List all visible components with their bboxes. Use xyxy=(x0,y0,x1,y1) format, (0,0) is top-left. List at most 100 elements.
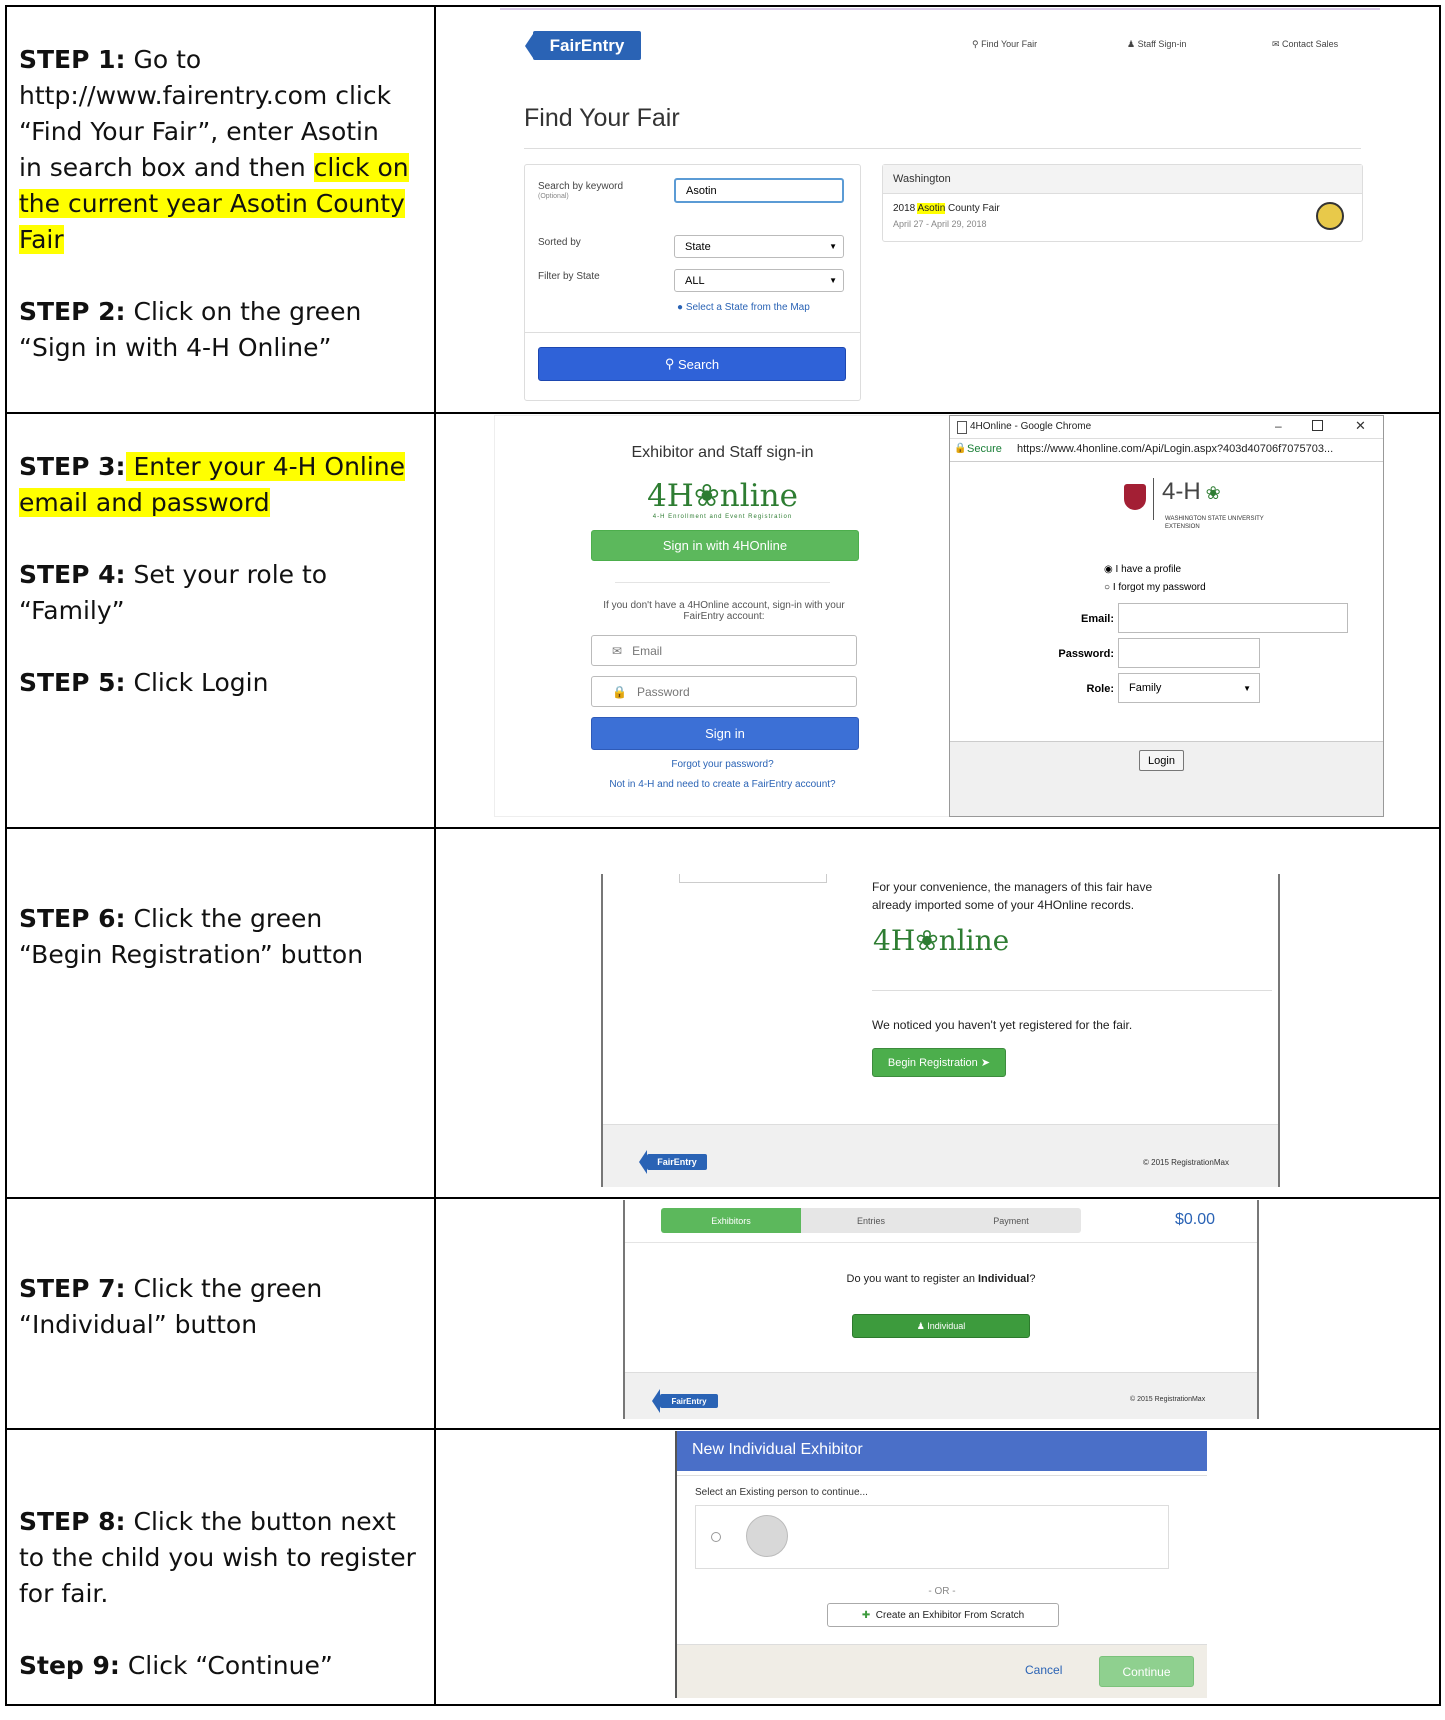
login-button[interactable]: Login xyxy=(1139,750,1184,771)
step-label: Step 9: xyxy=(19,1651,120,1680)
4honline-logo-text: 4H❀nline xyxy=(873,924,1010,957)
nav-staff-signin[interactable]: ♟ Staff Sign-in xyxy=(1127,39,1186,50)
email-input[interactable] xyxy=(1118,603,1348,633)
step-label: STEP 2: xyxy=(19,297,126,326)
cancel-button[interactable]: Cancel xyxy=(1025,1663,1062,1677)
fairentry-logo[interactable]: FairEntry xyxy=(647,1154,707,1170)
sorted-select[interactable]: State ▼ xyxy=(674,235,844,258)
title-divider xyxy=(524,148,1361,149)
wizard-step-exhibitors: Exhibitors xyxy=(661,1208,801,1233)
wsu-text: WASHINGTON STATE UNIVERSITY xyxy=(1165,516,1264,522)
minimize-icon[interactable]: – xyxy=(1275,419,1282,433)
caret-down-icon: ▼ xyxy=(1243,683,1251,693)
not-registered-text: We noticed you haven't yet registered fo… xyxy=(872,1018,1133,1032)
wsu-shield-icon xyxy=(1124,484,1146,510)
radio-empty-icon: ○ xyxy=(1104,582,1113,593)
password-input[interactable] xyxy=(1118,638,1260,668)
radio-have-profile[interactable]: ◉ I have a profile xyxy=(1104,564,1181,575)
lock-icon: 🔒 xyxy=(954,443,967,454)
result-year: 2018 xyxy=(893,203,918,214)
step-label: STEP 1: xyxy=(19,45,126,74)
result-item[interactable]: 2018 Asotin County Fair xyxy=(893,203,1000,214)
begin-registration-button[interactable]: Begin Registration ➤ xyxy=(872,1048,1006,1077)
copyright: © 2015 RegistrationMax xyxy=(1130,1396,1206,1403)
clover-icon: ❀ xyxy=(1200,483,1221,503)
radio-forgot-password[interactable]: ○ I forgot my password xyxy=(1104,582,1206,593)
email-field[interactable]: ✉ Email xyxy=(591,635,857,666)
radio-label: I have a profile xyxy=(1115,564,1182,575)
step-label: STEP 8: xyxy=(19,1507,126,1536)
header-divider xyxy=(625,1242,1257,1243)
fairentry-logo[interactable]: FairEntry xyxy=(533,31,641,60)
filter-select[interactable]: ALL ▼ xyxy=(674,269,844,292)
map-link[interactable]: ● Select a State from the Map xyxy=(677,302,810,313)
table-border-right xyxy=(1439,5,1441,1706)
step-label: Entries xyxy=(856,1215,885,1226)
screenshot-individual: Exhibitors Entries Payment $0.00 Do you … xyxy=(623,1200,1259,1419)
arrow-circle-right-icon: ➤ xyxy=(977,1057,991,1069)
fairentry-logo[interactable]: FairEntry xyxy=(660,1394,718,1408)
step-label: STEP 7: xyxy=(19,1274,126,1303)
extension-text: EXTENSION xyxy=(1165,524,1200,530)
total-amount: $0.00 xyxy=(1175,1211,1216,1228)
person-card[interactable] xyxy=(695,1505,1169,1569)
step-label: STEP 6: xyxy=(19,904,126,933)
nav-find-your-fair[interactable]: ⚲ Find Your Fair xyxy=(972,39,1037,50)
radio-empty-icon[interactable] xyxy=(711,1532,721,1542)
close-icon[interactable]: ✕ xyxy=(1355,418,1366,434)
screenshot-new-exhibitor: New Individual Exhibitor Select an Exist… xyxy=(675,1431,1207,1698)
modal-title: New Individual Exhibitor xyxy=(692,1441,863,1458)
question-end: ? xyxy=(1029,1273,1036,1285)
panel-divider xyxy=(525,332,860,333)
step-2: STEP 2: Click on the green “Sign in with… xyxy=(19,294,409,366)
sorted-label: Sorted by xyxy=(538,237,581,248)
window-title: 4HOnline - Google Chrome xyxy=(970,421,1092,432)
forgot-password-link[interactable]: Forgot your password? xyxy=(495,759,950,770)
button-label: Individual xyxy=(927,1321,966,1331)
create-account-link[interactable]: Not in 4-H and need to create a FairEntr… xyxy=(495,779,950,790)
result-highlight: Asotin xyxy=(917,203,946,214)
keyword-input[interactable]: Asotin xyxy=(674,178,844,203)
maximize-icon[interactable] xyxy=(1312,420,1323,431)
envelope-icon: ✉ xyxy=(612,643,633,658)
search-optional: (Optional) xyxy=(538,193,569,200)
sign-in-4honline-button[interactable]: Sign in with 4HOnline xyxy=(591,530,859,561)
lock-icon: 🔒 xyxy=(612,684,637,699)
role-select[interactable]: Family ▼ xyxy=(1118,673,1260,703)
select-value: ALL xyxy=(685,274,705,287)
record-box-edge xyxy=(679,874,827,883)
step-9: Step 9: Click “Continue” xyxy=(19,1648,419,1684)
nav-contact-sales[interactable]: ✉ Contact Sales xyxy=(1272,39,1338,50)
result-dates: April 27 - April 29, 2018 xyxy=(893,219,987,229)
step-4: STEP 4: Set your role to “Family” xyxy=(19,557,414,629)
individual-button[interactable]: ♟ Individual xyxy=(852,1314,1030,1338)
row4-steps: STEP 7: Click the green “Individual” but… xyxy=(19,1271,359,1379)
search-button[interactable]: ⚲ Search xyxy=(538,347,846,381)
fourh-mark: 4-H ❀ xyxy=(1162,478,1221,506)
row3-steps: STEP 6: Click the green “Begin Registrat… xyxy=(19,901,389,1009)
address-bar[interactable]: 🔒 Secure https://www.4honline.com/Api/Lo… xyxy=(950,439,1383,462)
screenshot-begin-registration: For your convenience, the managers of th… xyxy=(601,874,1280,1187)
table-row-divider-2 xyxy=(5,827,1441,829)
sign-in-button[interactable]: Sign in xyxy=(591,717,859,750)
table-row-divider-4 xyxy=(5,1428,1441,1430)
signin-heading: Exhibitor and Staff sign-in xyxy=(631,444,814,461)
password-field[interactable]: 🔒 Password xyxy=(591,676,857,707)
caret-down-icon: ▼ xyxy=(829,242,837,251)
table-row-divider-1 xyxy=(5,412,1441,414)
continue-button[interactable]: Continue xyxy=(1099,1656,1194,1687)
table-row-divider-3 xyxy=(5,1197,1441,1199)
placeholder: Email xyxy=(632,643,663,658)
select-existing-text: Select an Existing person to continue... xyxy=(695,1487,868,1498)
step-8: STEP 8: Click the button next to the chi… xyxy=(19,1504,419,1612)
no-account-text: If you don't have a 4HOnline account, si… xyxy=(603,600,845,622)
question-text: Do you want to register an xyxy=(846,1273,978,1285)
avatar-icon xyxy=(746,1515,788,1557)
role-label: Role: xyxy=(1086,683,1115,695)
create-exhibitor-button[interactable]: ✚ Create an Exhibitor From Scratch xyxy=(827,1603,1059,1627)
row2-steps: STEP 3: Enter your 4-H Online email and … xyxy=(19,449,414,737)
screenshot-find-your-fair: FairEntry ⚲ Find Your Fair ♟ Staff Sign-… xyxy=(500,8,1380,403)
nav-label: Staff Sign-in xyxy=(1137,39,1187,49)
step-label: STEP 4: xyxy=(19,560,126,589)
step-label: Exhibitors xyxy=(711,1215,751,1226)
